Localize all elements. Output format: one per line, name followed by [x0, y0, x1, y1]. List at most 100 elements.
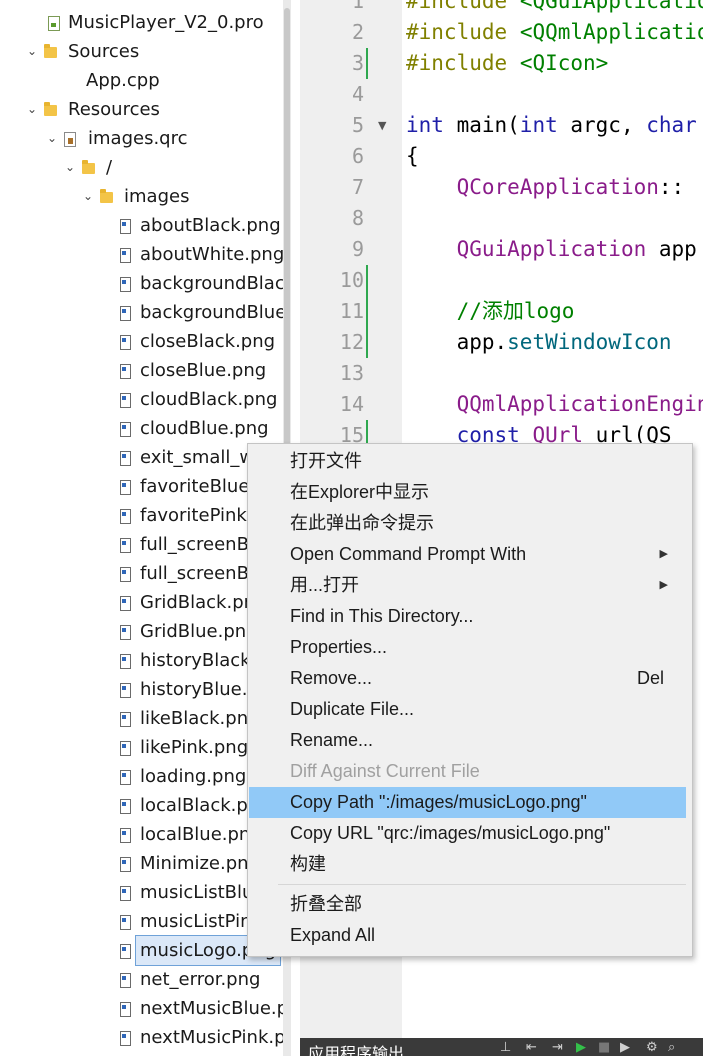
menu-item-label: Copy URL "qrc:/images/musicLogo.png": [290, 823, 611, 843]
tree-item[interactable]: aboutWhite.png: [0, 240, 290, 269]
menu-rename[interactable]: Rename...: [249, 725, 686, 756]
image-file-icon: [120, 480, 131, 495]
expand-arrow-icon[interactable]: ⌄: [25, 95, 39, 124]
menu-item-label: Diff Against Current File: [290, 761, 480, 781]
code-line[interactable]: {: [406, 141, 419, 172]
line-number: 14: [339, 392, 364, 416]
tree-item[interactable]: nextMusicBlue.png: [0, 994, 290, 1023]
expand-arrow-icon[interactable]: ⌄: [25, 37, 39, 66]
stop-icon[interactable]: ■: [598, 1040, 610, 1055]
code-line[interactable]: app.setWindowIcon: [406, 327, 672, 358]
image-file-icon: [120, 915, 131, 930]
menu-duplicate-file[interactable]: Duplicate File...: [249, 694, 686, 725]
menu-expand-all[interactable]: Expand All: [249, 920, 686, 951]
tree-item[interactable]: ⌄ Sources: [0, 37, 290, 66]
line-number: 9: [351, 237, 364, 261]
menu-item-label: 在Explorer中显示: [290, 482, 430, 502]
tree-item-label: backgroundBlack.png: [140, 273, 290, 294]
code-line[interactable]: #include <QGuiApplication>: [406, 0, 703, 17]
expand-arrow-icon[interactable]: ⌄: [63, 153, 77, 182]
tree-item[interactable]: cloudBlack.png: [0, 385, 290, 414]
tree-item[interactable]: net_error.png: [0, 965, 290, 994]
tree-item-label: cloudBlue.png: [140, 418, 269, 439]
tree-item-label: aboutBlack.png: [140, 215, 281, 236]
menu-remove[interactable]: Remove... Del: [249, 663, 686, 694]
tree-item[interactable]: backgroundBlue.png: [0, 298, 290, 327]
image-file-icon: [120, 364, 131, 379]
line-number: 12: [339, 330, 364, 354]
output-toolbar-icon[interactable]: ⊥: [500, 1040, 511, 1055]
menu-show-in-explorer[interactable]: 在Explorer中显示: [249, 477, 686, 508]
image-file-icon: [120, 248, 131, 263]
image-file-icon: [120, 219, 131, 234]
fold-toggle-icon[interactable]: ▼: [378, 119, 386, 132]
menu-properties[interactable]: Properties...: [249, 632, 686, 663]
code-line[interactable]: QQmlApplicationEngine: [406, 389, 703, 420]
tree-item-label: closeBlue.png: [140, 360, 267, 381]
tree-item-label: likeBlack.png: [140, 708, 260, 729]
tree-item[interactable]: aboutBlack.png: [0, 211, 290, 240]
tree-item[interactable]: nextMusicPink.png: [0, 1023, 290, 1052]
menu-open-command-prompt-with[interactable]: Open Command Prompt With ▶: [249, 539, 686, 570]
tree-item[interactable]: ⌄ images.qrc: [0, 124, 290, 153]
code-line[interactable]: int main(int argc, char: [406, 110, 697, 141]
menu-separator: [278, 884, 686, 885]
line-number: 1: [351, 0, 364, 13]
expand-arrow-icon[interactable]: ⌄: [81, 182, 95, 211]
menu-item-label: Properties...: [290, 637, 388, 657]
tree-item-label: likePink.png: [140, 737, 249, 758]
code-line[interactable]: #include <QIcon>: [406, 48, 608, 79]
menu-copy-url[interactable]: Copy URL "qrc:/images/musicLogo.png": [249, 818, 686, 849]
menu-find-in-directory[interactable]: Find in This Directory...: [249, 601, 686, 632]
tree-item-label: GridBlue.png: [140, 621, 258, 642]
modified-line-marker: [366, 296, 368, 327]
tree-item-label: aboutWhite.png: [140, 244, 285, 265]
tree-item[interactable]: MusicPlayer_V2_0.pro: [0, 8, 290, 37]
search-icon[interactable]: ⌕: [668, 1040, 675, 1055]
image-file-icon: [120, 944, 131, 959]
code-line[interactable]: //添加logo: [406, 296, 575, 327]
gear-icon[interactable]: ⚙: [646, 1040, 658, 1055]
submenu-arrow-icon: ▶: [659, 548, 668, 560]
menu-open-file[interactable]: 打开文件: [249, 446, 686, 477]
output-toolbar-icon[interactable]: ▶: [620, 1040, 630, 1055]
menu-open-with[interactable]: 用...打开 ▶: [249, 570, 686, 601]
menu-collapse-all[interactable]: 折叠全部: [249, 889, 686, 920]
tree-item[interactable]: App.cpp: [0, 66, 290, 95]
menu-item-label: Find in This Directory...: [290, 606, 474, 626]
menu-copy-path[interactable]: Copy Path ":/images/musicLogo.png": [249, 787, 686, 818]
tree-item-label: Minimize.png: [140, 853, 260, 874]
run-icon[interactable]: ▶: [576, 1040, 586, 1055]
code-line[interactable]: QGuiApplication app: [406, 234, 697, 265]
output-toolbar-icon[interactable]: ⇥: [552, 1040, 563, 1055]
tree-item[interactable]: cloudBlue.png: [0, 414, 290, 443]
modified-line-marker: [366, 327, 368, 358]
menu-item-label: Remove...: [290, 668, 373, 688]
tree-item[interactable]: closeBlue.png: [0, 356, 290, 385]
tree-item-label: images: [124, 186, 190, 207]
line-number: 5: [351, 113, 364, 137]
line-number: 10: [339, 268, 364, 292]
code-line[interactable]: QCoreApplication::: [406, 172, 685, 203]
output-pane-title: 应用程序输出: [308, 1044, 405, 1056]
output-toolbar-icon[interactable]: ⇤: [526, 1040, 537, 1055]
code-line[interactable]: #include <QQmlApplicationEngine>: [406, 17, 703, 48]
tree-item[interactable]: ⌄ images: [0, 182, 290, 211]
tree-item[interactable]: backgroundBlack.png: [0, 269, 290, 298]
tree-item[interactable]: ⌄ Resources: [0, 95, 290, 124]
resource-file-icon: [64, 132, 76, 147]
tree-item[interactable]: closeBlack.png: [0, 327, 290, 356]
tree-item[interactable]: ⌄ /: [0, 153, 290, 182]
menu-diff-against-current: Diff Against Current File: [249, 756, 686, 787]
expand-arrow-icon[interactable]: ⌄: [45, 124, 59, 153]
image-file-icon: [120, 886, 131, 901]
menu-item-shortcut: Del: [636, 668, 664, 688]
image-file-icon: [120, 654, 131, 669]
tree-scrollbar-thumb[interactable]: [284, 8, 290, 488]
menu-build[interactable]: 构建: [249, 849, 686, 880]
modified-line-marker: [366, 48, 368, 79]
image-file-icon: [120, 451, 131, 466]
output-pane-bar: 应用程序输出 ⊥ ⇤ ⇥ ▶ ■ ▶ ⚙ ⌕: [300, 1038, 703, 1056]
modified-line-marker: [366, 265, 368, 296]
menu-open-command-prompt-here[interactable]: 在此弹出命令提示: [249, 508, 686, 539]
